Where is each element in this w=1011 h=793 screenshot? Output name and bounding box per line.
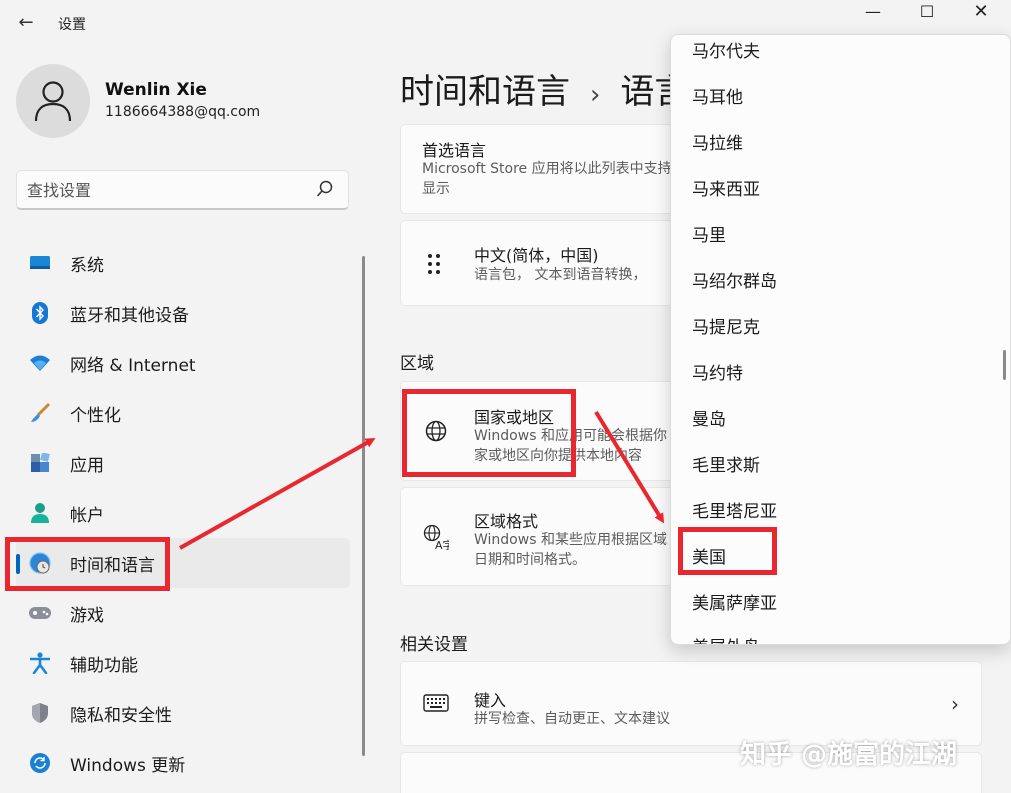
sidebar-item-label: Windows 更新: [70, 755, 186, 776]
sidebar-item-label: 帐户: [70, 505, 104, 526]
breadcrumb: 时间和语言 › 语言: [400, 64, 688, 113]
svg-text:A字: A字: [435, 538, 449, 550]
search-icon[interactable]: [316, 180, 334, 200]
dropdown-option[interactable]: 马来西亚: [692, 175, 760, 200]
update-icon: [29, 752, 51, 774]
back-arrow-icon[interactable]: ←: [14, 12, 38, 34]
sidebar-item-apps[interactable]: 应用: [16, 438, 350, 488]
language-format-icon: A字: [423, 524, 454, 554]
typing-desc: 拼写检查、自动更正、文本建议: [474, 711, 670, 727]
related-settings-heading: 相关设置: [400, 635, 468, 655]
system-icon: [29, 252, 51, 274]
apps-icon: [29, 452, 51, 474]
user-name: Wenlin Xie: [105, 80, 207, 100]
dropdown-option[interactable]: 曼岛: [692, 405, 726, 430]
sidebar-item-label: 系统: [70, 255, 104, 276]
preferred-languages-desc-2: 显示: [422, 181, 450, 197]
bluetooth-icon: [29, 302, 51, 324]
watermark: 知乎 @施富的江湖: [740, 740, 958, 770]
dropdown-option[interactable]: 马绍尔群岛: [692, 267, 777, 292]
shield-icon: [29, 702, 51, 724]
brush-icon: [29, 402, 51, 424]
sidebar-item-windows-update[interactable]: Windows 更新: [16, 738, 350, 788]
language-item-desc: 语言包， 文本到语音转换，: [474, 267, 647, 283]
sidebar-item-network[interactable]: 网络 & Internet: [16, 338, 350, 388]
search-box[interactable]: [16, 170, 349, 210]
dropdown-option[interactable]: 马耳他: [692, 83, 743, 108]
dropdown-option[interactable]: 美属外岛: [692, 633, 760, 644]
breadcrumb-parent[interactable]: 时间和语言: [400, 72, 570, 112]
sidebar-item-label: 隐私和安全性: [70, 705, 172, 726]
regional-format-title: 区域格式: [474, 512, 539, 531]
sidebar-item-privacy[interactable]: 隐私和安全性: [16, 688, 350, 738]
app-title: 设置: [58, 17, 86, 33]
region-heading: 区域: [400, 354, 434, 374]
sidebar-item-accounts[interactable]: 帐户: [16, 488, 350, 538]
dropdown-option[interactable]: 马约特: [692, 359, 743, 384]
accessibility-icon: [29, 652, 51, 674]
sidebar-item-label: 应用: [70, 455, 104, 476]
dropdown-option[interactable]: 毛里塔尼亚: [692, 497, 777, 522]
sidebar-item-label: 游戏: [70, 605, 104, 626]
drag-handle-icon[interactable]: [427, 253, 441, 279]
gamepad-icon: [29, 602, 51, 624]
sidebar-item-gaming[interactable]: 游戏: [16, 588, 350, 638]
close-icon[interactable]: ✕: [958, 2, 1004, 22]
keyboard-icon: [423, 694, 449, 716]
sidebar-item-accessibility[interactable]: 辅助功能: [16, 638, 350, 688]
maximize-icon[interactable]: ☐: [904, 2, 950, 22]
regional-format-desc: Windows 和某些应用根据区域: [474, 532, 667, 548]
sidebar-item-system[interactable]: 系统: [16, 238, 350, 288]
sidebar-item-label: 网络 & Internet: [70, 355, 196, 376]
typing-title: 键入: [474, 691, 507, 710]
account-icon: [29, 502, 51, 524]
chevron-right-icon[interactable]: ›: [951, 692, 959, 716]
sidebar-scrollbar[interactable]: [362, 256, 365, 756]
dropdown-option[interactable]: 马拉维: [692, 129, 743, 154]
sidebar-item-label: 辅助功能: [70, 655, 138, 676]
dropdown-option[interactable]: 马提尼克: [692, 313, 760, 338]
preferred-languages-desc: Microsoft Store 应用将以此列表中支持: [422, 161, 672, 177]
annotation-box-country-region: [402, 389, 576, 477]
regional-format-desc-2: 日期和时间格式。: [474, 552, 586, 568]
person-icon: [34, 81, 72, 122]
dropdown-option[interactable]: 马尔代夫: [692, 37, 760, 62]
user-email: 1186664388@qq.com: [105, 104, 261, 120]
sidebar-item-bluetooth[interactable]: 蓝牙和其他设备: [16, 288, 350, 338]
sidebar-item-personalization[interactable]: 个性化: [16, 388, 350, 438]
dropdown-option[interactable]: 毛里求斯: [692, 451, 760, 476]
dropdown-option[interactable]: 马里: [692, 221, 726, 246]
annotation-box-selected-country: [678, 527, 777, 575]
sidebar-item-label: 蓝牙和其他设备: [70, 305, 189, 326]
preferred-languages-title: 首选语言: [422, 141, 487, 160]
annotation-box-time-language: [5, 537, 170, 591]
dropdown-option[interactable]: 美属萨摩亚: [692, 589, 777, 614]
dropdown-scrollbar[interactable]: [1003, 350, 1006, 380]
breadcrumb-separator: ›: [590, 80, 601, 110]
search-input[interactable]: [27, 179, 307, 201]
wifi-icon: [29, 352, 51, 374]
sidebar-item-label: 个性化: [70, 405, 121, 426]
sidebar-nav: 系统 蓝牙和其他设备 网络 & Internet 个性化 应用 帐户 时间和语言…: [16, 238, 350, 788]
minimize-icon[interactable]: —: [850, 2, 896, 22]
language-item-title: 中文(简体，中国): [474, 246, 599, 265]
avatar[interactable]: [16, 64, 90, 138]
